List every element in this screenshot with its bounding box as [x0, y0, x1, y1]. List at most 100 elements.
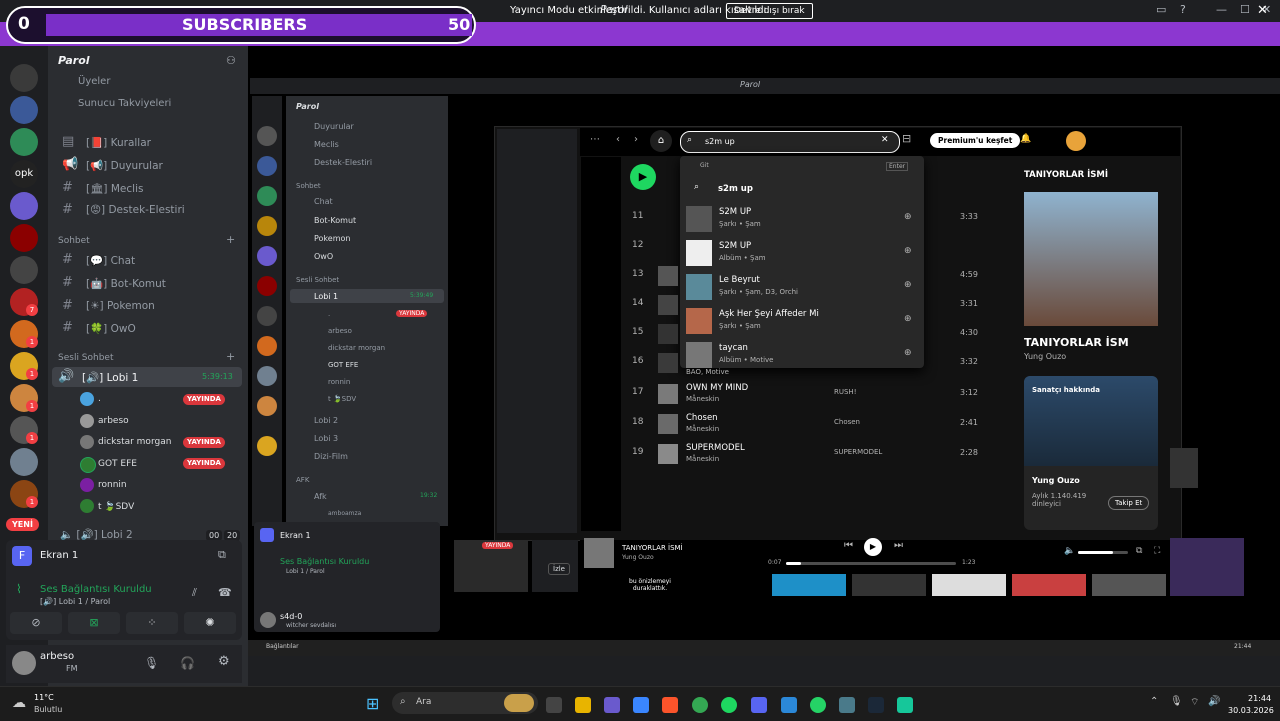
inbox-icon[interactable]: ▭: [1156, 3, 1166, 16]
channel-duyurular[interactable]: 📢 [📢] Duyurular: [56, 155, 242, 175]
stream-thumbnail[interactable]: [1092, 574, 1166, 596]
stream-thumbnail[interactable]: [932, 574, 1006, 596]
server-icon[interactable]: [10, 64, 38, 92]
clock-time[interactable]: 21:44: [1248, 694, 1271, 703]
popout-icon[interactable]: ⧉: [218, 548, 226, 562]
miniplayer-icon[interactable]: ⧉: [1136, 546, 1142, 556]
activities-button[interactable]: ⁘: [126, 612, 178, 634]
channel-pokemon[interactable]: # [☀] Pokemon: [56, 296, 242, 316]
home-icon[interactable]: ⌂: [650, 130, 672, 152]
avatar[interactable]: [80, 457, 96, 473]
microphone-icon[interactable]: 🎙: [1170, 696, 1183, 707]
add-channel-icon[interactable]: +: [226, 233, 235, 246]
table-row[interactable]: 15 4:30: [622, 320, 1012, 348]
progress-track[interactable]: [786, 562, 956, 565]
voice-user[interactable]: t 🍃SDV: [98, 502, 134, 512]
disconnect-icon[interactable]: ☎: [218, 586, 232, 599]
voice-user[interactable]: arbeso: [98, 416, 129, 426]
server-icon[interactable]: [10, 224, 38, 252]
taskbar-search[interactable]: ⌕ Ara: [392, 692, 538, 714]
channel-owo[interactable]: # [🍀] OwO: [56, 318, 242, 338]
previous-icon[interactable]: ⏮: [844, 540, 853, 551]
table-row[interactable]: 12: [622, 233, 1012, 261]
wifi-icon[interactable]: ⌔: [1190, 696, 1199, 709]
browse-icon[interactable]: ⊟: [902, 132, 911, 145]
windows-start-icon[interactable]: ⊞: [366, 694, 379, 713]
table-row[interactable]: 14 3:31: [622, 291, 1012, 319]
follow-button[interactable]: Takip Et: [1108, 496, 1150, 510]
weather-temp[interactable]: 11°C: [34, 693, 54, 702]
voice-channel-lobi1[interactable]: 🔊 [🔊] Lobi 1 5:39:13: [52, 367, 242, 387]
soundboard-button[interactable]: ✺: [184, 612, 236, 634]
server-icon[interactable]: [10, 128, 38, 156]
store-icon[interactable]: [633, 697, 649, 713]
next-icon[interactable]: ⏭: [894, 540, 903, 551]
category-sohbet[interactable]: Sohbet: [58, 236, 90, 246]
channel-meclis[interactable]: # [🏛] Meclis: [56, 178, 242, 198]
user-camera-tile[interactable]: [1170, 538, 1244, 596]
song-artist[interactable]: Yung Ouzo: [1024, 352, 1066, 361]
chrome-icon[interactable]: [692, 697, 708, 713]
server-icon-opk[interactable]: opk: [10, 160, 38, 188]
voice-user[interactable]: .: [98, 394, 101, 404]
now-playing-title[interactable]: TANIYORLAR İSMİ: [622, 544, 683, 552]
volume-icon[interactable]: 🔊: [1208, 696, 1220, 707]
steam-icon[interactable]: [868, 697, 884, 713]
server-icon[interactable]: [10, 96, 38, 124]
members-link[interactable]: Üyeler: [78, 76, 110, 87]
category-sesli-sohbet[interactable]: Sesli Sohbet: [58, 353, 114, 363]
boosts-link[interactable]: Sunucu Takviyeleri: [78, 98, 171, 109]
table-row[interactable]: 18 Chosen Måneskin Chosen 2:41: [622, 410, 1012, 438]
add-voice-channel-icon[interactable]: +: [226, 350, 235, 363]
fullscreen-icon[interactable]: ⛶: [1154, 546, 1160, 556]
stream-thumbnail[interactable]: [772, 574, 846, 596]
table-row[interactable]: 11 3:33: [622, 204, 1012, 232]
watch-button[interactable]: İzle: [548, 563, 570, 575]
brave-icon[interactable]: [662, 697, 678, 713]
song-title[interactable]: TANIYORLAR İSM: [1024, 336, 1129, 349]
stream-thumbnail[interactable]: [1012, 574, 1086, 596]
help-icon[interactable]: ?: [1180, 3, 1186, 16]
bell-icon[interactable]: 🔔: [1020, 134, 1031, 144]
server-icon[interactable]: [10, 192, 38, 220]
task-view-icon[interactable]: [546, 697, 562, 713]
weather-desc[interactable]: Bulutlu: [34, 705, 62, 714]
forward-icon[interactable]: ›: [634, 134, 638, 145]
voice-user[interactable]: ronnin: [98, 480, 127, 490]
microphone-icon[interactable]: 🎙: [144, 656, 159, 670]
premium-button[interactable]: Premium'u keşfet: [930, 133, 1021, 148]
about-artist[interactable]: Yung Ouzo: [1032, 476, 1080, 485]
channel-bot-komut[interactable]: # [🤖] Bot-Komut: [56, 273, 242, 293]
table-row[interactable]: 13 4:59: [622, 262, 1012, 290]
volume-slider[interactable]: [1078, 551, 1128, 554]
server-icon[interactable]: [10, 256, 38, 284]
avatar[interactable]: [1066, 131, 1086, 151]
headphones-icon[interactable]: 🎧: [180, 656, 195, 670]
spotify-icon[interactable]: [721, 697, 737, 713]
banner-close-icon[interactable]: ✕: [1257, 3, 1268, 18]
avatar[interactable]: [12, 651, 36, 675]
channel-chat[interactable]: # [💬] Chat: [56, 250, 242, 270]
file-explorer-icon[interactable]: [575, 697, 591, 713]
discord-icon[interactable]: [751, 697, 767, 713]
table-row[interactable]: 19 SUPERMODEL Måneskin SUPERMODEL 2:28: [622, 440, 1012, 468]
clear-search-icon[interactable]: ✕: [881, 135, 889, 145]
avatar[interactable]: [80, 499, 94, 513]
stream-thumbnail[interactable]: [852, 574, 926, 596]
maximize-button[interactable]: ☐: [1240, 3, 1250, 16]
table-row[interactable]: 17 OWN MY MIND Måneskin RUSH! 3:12: [622, 380, 1012, 408]
play-button[interactable]: ▶: [630, 164, 656, 190]
channel-kurallar[interactable]: ▤ [📕] Kurallar: [56, 132, 242, 152]
avatar[interactable]: [80, 392, 94, 406]
voice-user[interactable]: dickstar morgan: [98, 437, 171, 447]
whatsapp-icon[interactable]: [810, 697, 826, 713]
now-playing-artist[interactable]: Yung Ouzo: [622, 554, 654, 561]
user-camera-tile[interactable]: [1170, 448, 1198, 488]
channel-destek[interactable]: # [😡] Destek-Elestiri: [56, 200, 242, 220]
settings-gear-icon[interactable]: ⚙: [218, 654, 230, 669]
add-member-icon[interactable]: ⚇: [226, 54, 236, 67]
app-icon[interactable]: [839, 697, 855, 713]
editor-icon[interactable]: [781, 697, 797, 713]
table-row[interactable]: 16 BAO, Motive 3:32: [622, 349, 1012, 377]
noise-suppression-icon[interactable]: ⫽: [192, 586, 197, 600]
